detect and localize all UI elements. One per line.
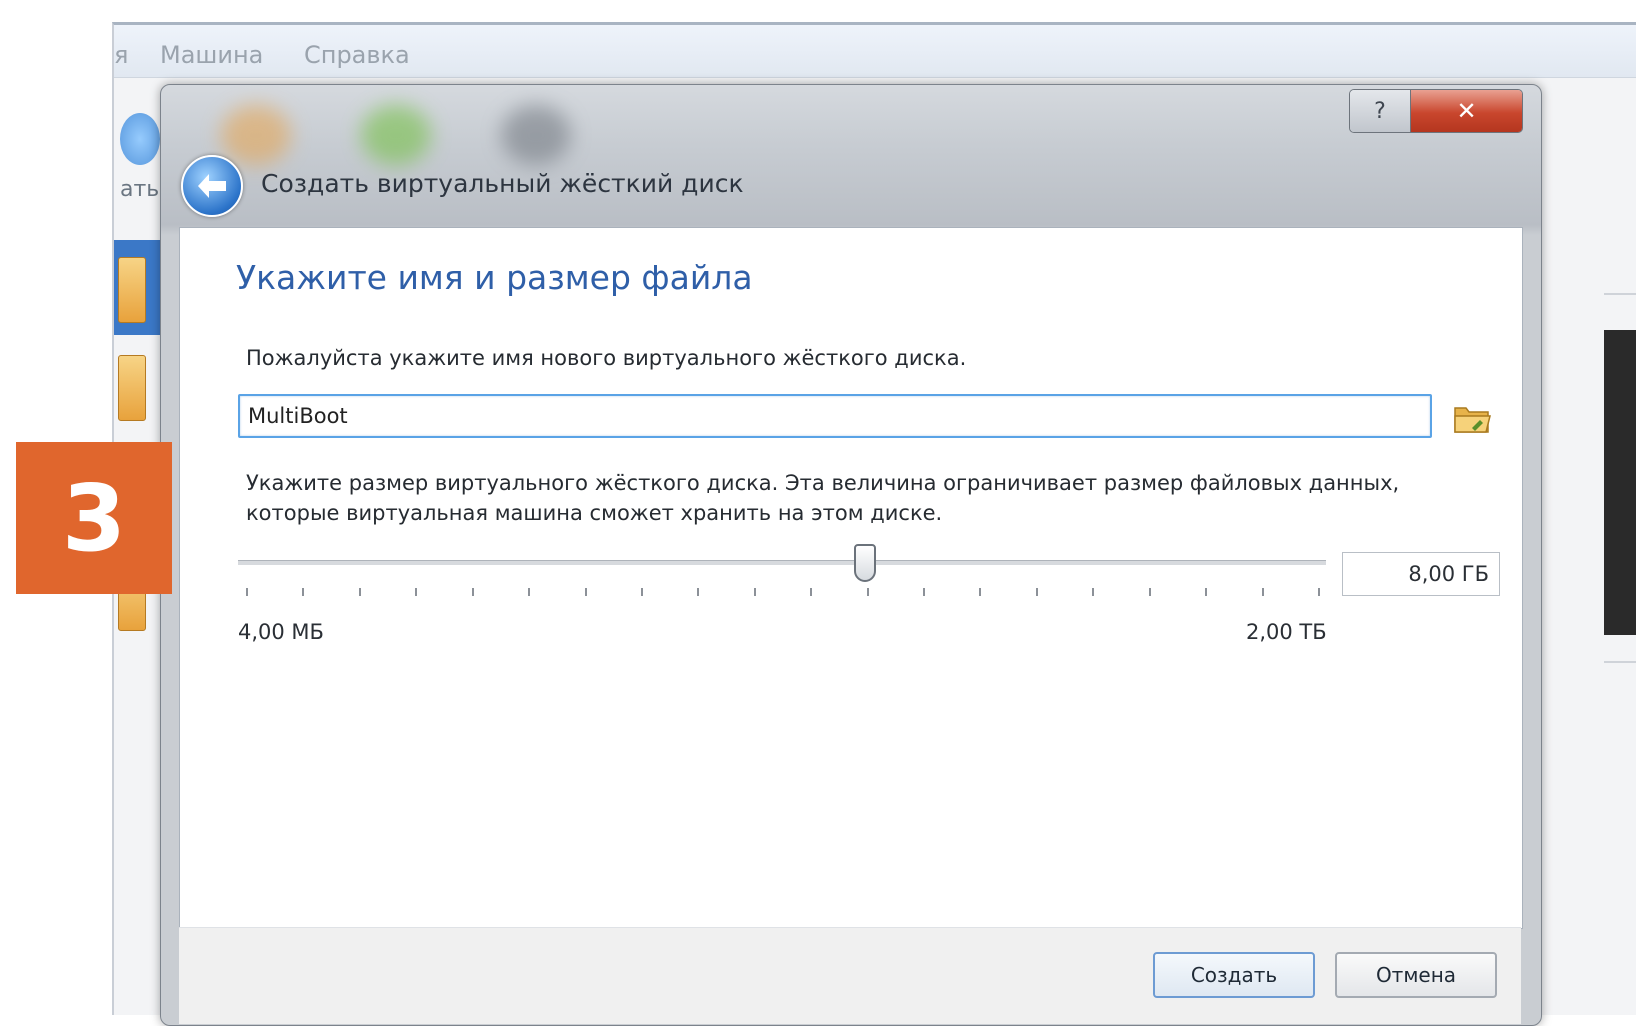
blur-icon <box>501 105 571 165</box>
vm-list-icon <box>118 257 146 323</box>
slider-tick <box>528 588 531 596</box>
slider-tick <box>1148 588 1151 596</box>
help-icon: ? <box>1374 98 1386 124</box>
caption-buttons: ? ✕ <box>1349 89 1523 133</box>
size-input[interactable]: 8,00 ГБ <box>1342 552 1500 596</box>
close-icon: ✕ <box>1456 97 1477 125</box>
name-instruction: Пожалуйста укажите имя нового виртуально… <box>246 346 967 370</box>
vm-list-icon <box>118 355 146 421</box>
slider-tick <box>866 588 869 596</box>
slider-tick <box>584 588 587 596</box>
size-instruction: Укажите размер виртуального жёсткого дис… <box>246 471 1400 525</box>
blur-icon <box>221 105 291 165</box>
divider <box>1604 293 1636 295</box>
slider-tick <box>302 588 305 596</box>
wizard-page: Укажите имя и размер файла Пожалуйста ук… <box>179 227 1523 929</box>
divider <box>1604 661 1636 663</box>
slider-tick <box>1318 588 1320 596</box>
choose-file-button[interactable] <box>1452 398 1492 438</box>
slider-tick <box>923 588 926 596</box>
back-arrow-icon <box>198 174 226 198</box>
create-button[interactable]: Создать <box>1153 952 1315 998</box>
size-slider[interactable] <box>238 560 1326 565</box>
slider-tick <box>697 588 700 596</box>
menu-bar: я Машина Справка <box>114 25 1636 78</box>
slider-tick <box>1205 588 1208 596</box>
toolbar-label: ать <box>120 177 160 202</box>
slider-tick <box>1035 588 1038 596</box>
help-button[interactable]: ? <box>1350 90 1411 132</box>
slider-min-label: 4,00 МБ <box>238 620 324 644</box>
slider-tick <box>979 588 982 596</box>
close-button[interactable]: ✕ <box>1411 90 1522 132</box>
slider-tick <box>471 588 474 596</box>
page-heading: Укажите имя и размер файла <box>236 258 753 297</box>
blur-icon <box>361 105 431 165</box>
dialog-footer: Создать Отмена <box>179 927 1521 1024</box>
slider-tick <box>358 588 361 596</box>
slider-tick <box>810 588 813 596</box>
slider-tick <box>415 588 418 596</box>
new-vm-icon[interactable] <box>120 113 160 165</box>
slider-tick <box>1092 588 1095 596</box>
slider-tick <box>640 588 643 596</box>
folder-icon <box>1454 407 1491 433</box>
slider-tick <box>1261 588 1264 596</box>
back-button[interactable] <box>181 155 243 217</box>
step-number-badge: 3 <box>16 442 172 594</box>
preview-panel <box>1604 330 1636 635</box>
slider-tick <box>753 588 756 596</box>
dialog-title: Создать виртуальный жёсткий диск <box>261 169 744 198</box>
disk-name-input[interactable] <box>238 394 1432 438</box>
slider-handle[interactable] <box>853 544 876 582</box>
slider-tick <box>246 588 248 596</box>
menu-item-help[interactable]: Справка <box>304 41 410 69</box>
slider-max-label: 2,00 ТБ <box>1246 620 1327 644</box>
cancel-button[interactable]: Отмена <box>1335 952 1497 998</box>
create-virtual-disk-dialog: ? ✕ Создать виртуальный жёсткий диск Ука… <box>160 84 1542 1026</box>
menu-item-machine[interactable]: Машина <box>160 41 263 69</box>
menu-item-partial[interactable]: я <box>114 41 128 69</box>
